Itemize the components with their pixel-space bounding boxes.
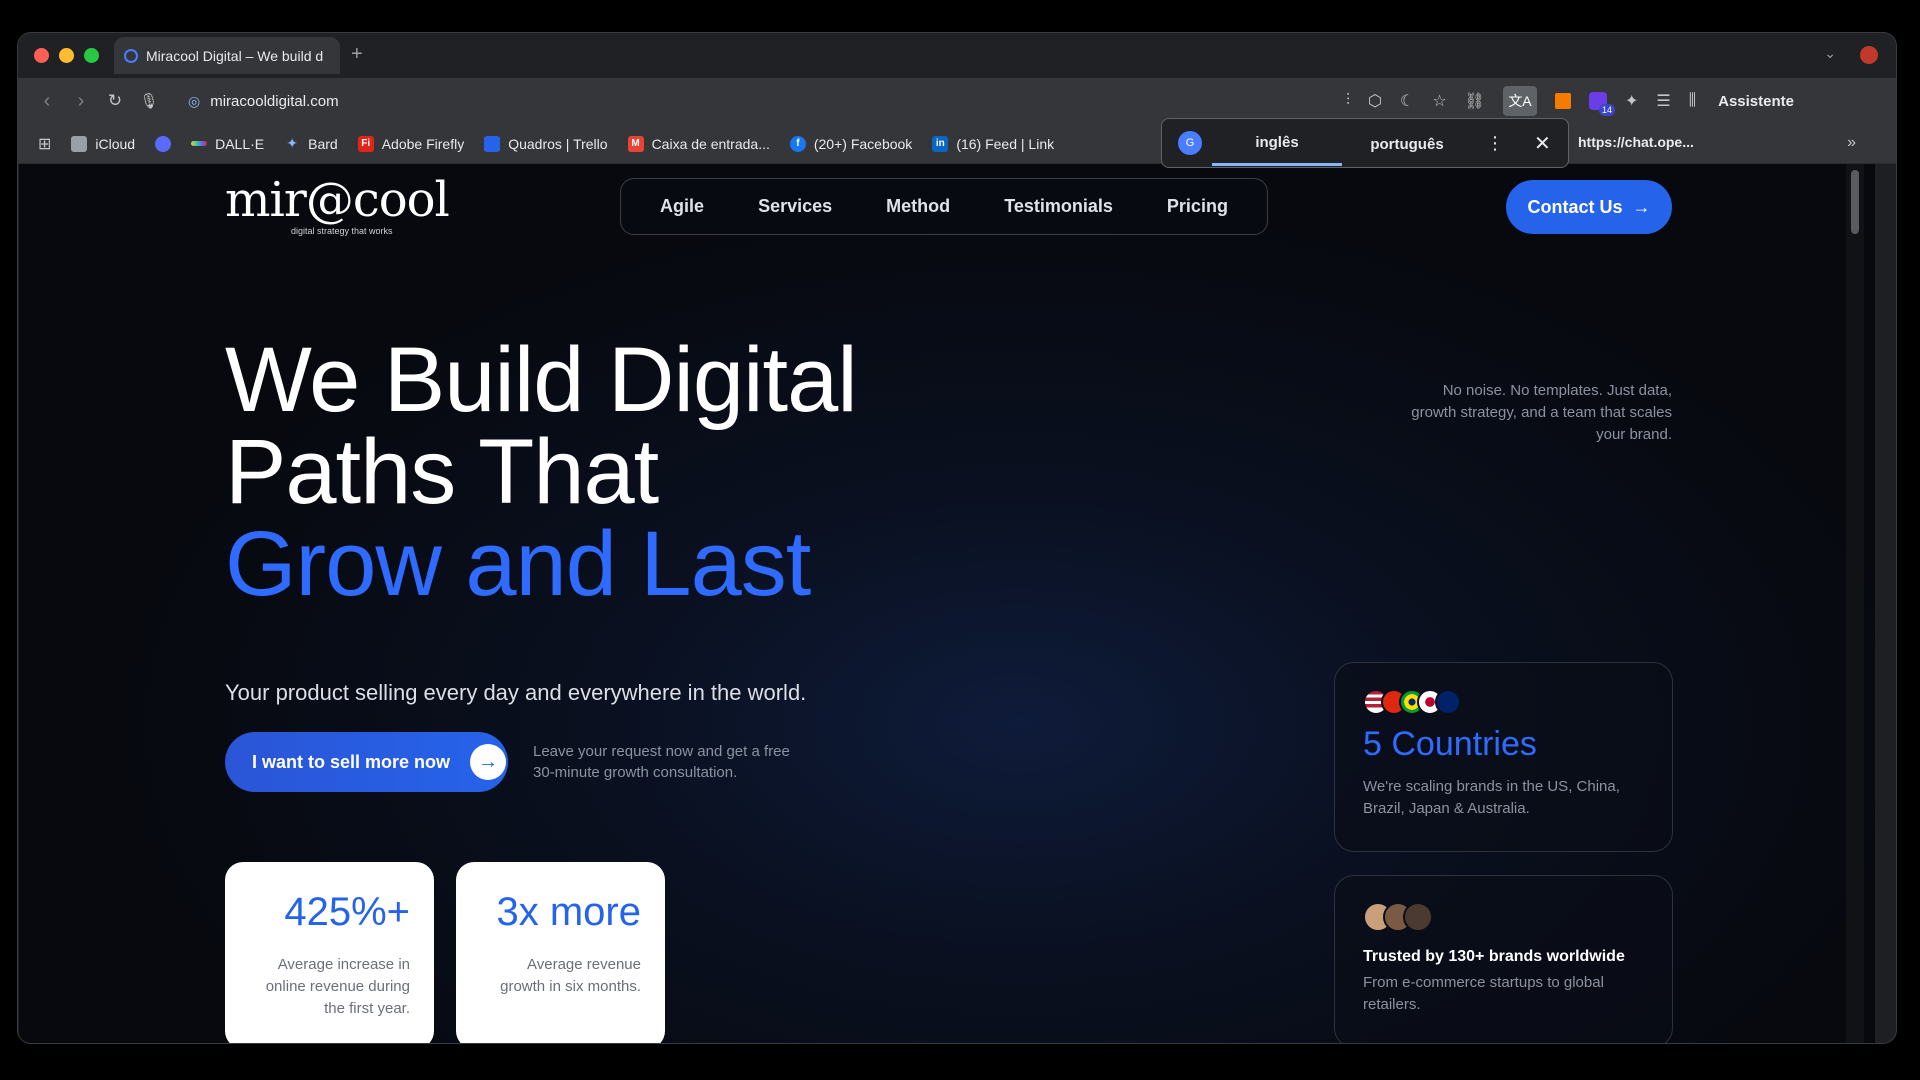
contact-us-label: Contact Us — [1527, 196, 1623, 217]
stat-description: Average increase in online revenue durin… — [265, 956, 410, 1017]
trusted-title: Trusted by 130+ brands worldwide — [1363, 948, 1625, 965]
tab-title: Miracool Digital – We build d — [146, 47, 324, 64]
linkedin-icon: in — [932, 135, 949, 152]
tab-bar: Miracool Digital – We build d + ⌄ — [18, 33, 1896, 78]
stat-value: 3x more — [496, 890, 642, 934]
sell-more-label: I want to sell more now — [252, 751, 451, 772]
scrollbar-thumb[interactable] — [1851, 170, 1859, 234]
stat-card: 3x more Average revenue growth in six mo… — [456, 862, 665, 1043]
countries-title: 5 Countries — [1363, 725, 1537, 763]
browser-toolbar: ‹ › ↻ 🎙 ◎ miracooldigital.com ⫶ ⬡ ☾ ☆ ⛓ … — [18, 78, 1896, 124]
stat-description: Average revenue growth in six months. — [500, 956, 641, 995]
address-bar[interactable]: ◎ miracooldigital.com — [176, 83, 1346, 119]
microphone-icon[interactable]: 🎙 — [132, 92, 166, 110]
url-text: miracooldigital.com — [210, 92, 339, 110]
bookmark-item[interactable]: Fi Adobe Firefly — [357, 135, 464, 152]
assistant-button[interactable]: Assistente — [1718, 93, 1794, 110]
stat-value: 425%+ — [284, 890, 410, 934]
nav-agile[interactable]: Agile — [660, 196, 704, 217]
hero-line-1: We Build Digital — [225, 329, 858, 431]
audio-wave-icon[interactable]: ⫼ — [1689, 92, 1696, 110]
hero-aside-text: No noise. No templates. Just data, growt… — [1411, 382, 1672, 443]
translate-icon[interactable]: 文A — [1502, 86, 1537, 116]
cta-note: Leave your request now and get a free 30… — [533, 743, 790, 781]
bookmark-item[interactable]: in (16) Feed | Link — [932, 135, 1054, 152]
bookmark-item[interactable] — [155, 135, 172, 152]
sliders-icon[interactable]: ⫶ — [1346, 92, 1350, 110]
hero-subtitle: Your product selling every day and every… — [225, 680, 807, 705]
puzzle-extensions-icon[interactable]: ✦ — [1625, 91, 1638, 111]
lang-tab-portuguese[interactable]: português — [1342, 122, 1472, 165]
bookmark-item[interactable]: ✦ Bard — [284, 135, 337, 152]
hero-line-2: Paths That — [225, 421, 659, 523]
minimize-window-button[interactable] — [59, 48, 74, 63]
back-arrow-icon[interactable]: ‹ — [30, 90, 64, 113]
bookmark-item[interactable]: f (20+) Facebook — [789, 135, 912, 152]
browser-tab[interactable]: Miracool Digital – We build d — [114, 37, 340, 74]
new-tab-plus-icon[interactable]: + — [351, 43, 363, 66]
reload-icon[interactable]: ↻ — [98, 91, 132, 111]
arrow-right-circle-icon: → — [470, 744, 507, 780]
nav-method[interactable]: Method — [886, 196, 950, 217]
countries-card: 5 Countries We're scaling brands in the … — [1334, 662, 1673, 852]
scrollbar-track[interactable] — [1846, 164, 1864, 1043]
lang-tab-english[interactable]: inglês — [1212, 120, 1342, 166]
trusted-card: Trusted by 130+ brands worldwide From e-… — [1334, 875, 1673, 1043]
translate-popup: G inglês português ⋮ ✕ — [1161, 118, 1569, 168]
countries-text: We're scaling brands in the US, China, B… — [1363, 778, 1620, 817]
australia-flag-icon — [1435, 689, 1461, 715]
country-flags — [1363, 689, 1644, 715]
bard-icon: ✦ — [286, 135, 298, 151]
bookmark-item[interactable]: Quadros | Trello — [484, 135, 608, 152]
nav-testimonials[interactable]: Testimonials — [1004, 196, 1113, 217]
facebook-icon: f — [789, 135, 806, 152]
main-nav: Agile Services Method Testimonials Prici… — [620, 178, 1268, 235]
site-logo[interactable]: mir@cool digital strategy that works — [225, 172, 450, 236]
dark-mode-moon-icon[interactable]: ☾ — [1400, 91, 1414, 111]
apple-icon — [71, 135, 88, 152]
openai-icon — [155, 135, 172, 152]
maximize-window-button[interactable] — [84, 48, 99, 63]
browser-window: Miracool Digital – We build d + ⌄ ‹ › ↻ … — [17, 32, 1897, 1044]
profile-avatar[interactable] — [1860, 46, 1878, 64]
shield-extension-icon[interactable]: ⬡ — [1368, 91, 1382, 111]
bookmark-item[interactable]: M Caixa de entrada... — [627, 135, 770, 152]
bookmark-item[interactable]: iCloud — [71, 135, 135, 152]
web-page: mir@cool digital strategy that works Agi… — [19, 164, 1875, 1043]
avatar — [1403, 902, 1433, 932]
more-bookmarks-chevron-icon[interactable]: » — [1847, 134, 1856, 152]
bookmark-star-icon[interactable]: ☆ — [1432, 91, 1446, 111]
logo-wordmark: mir@cool — [225, 172, 450, 228]
close-window-button[interactable] — [34, 48, 49, 63]
dalle-icon — [191, 141, 208, 146]
stat-card: 425%+ Average increase in online revenue… — [225, 862, 434, 1043]
adobe-icon: Fi — [357, 135, 374, 152]
close-icon[interactable]: ✕ — [1534, 131, 1551, 156]
extension-badge: 14 — [1598, 104, 1615, 116]
site-info-icon[interactable]: ◎ — [188, 93, 200, 110]
chat-bookmark[interactable]: https://chat.ope... — [1578, 134, 1694, 150]
google-translate-icon: G — [1178, 131, 1202, 155]
nav-pricing[interactable]: Pricing — [1167, 196, 1228, 217]
link-icon[interactable]: ⛓ — [1465, 91, 1485, 111]
apps-grid-icon[interactable]: ⊞ — [38, 134, 51, 154]
sell-more-button[interactable]: I want to sell more now → — [225, 732, 508, 792]
bookmark-item[interactable]: DALL·E — [191, 136, 264, 152]
reading-list-icon[interactable]: ☰ — [1656, 91, 1670, 111]
hero-line-3: Grow and Last — [225, 513, 811, 615]
client-avatars — [1363, 902, 1644, 932]
hero-title: We Build Digital Paths That Grow and Las… — [225, 329, 858, 615]
tab-search-chevron-icon[interactable]: ⌄ — [1824, 45, 1836, 62]
more-options-icon[interactable]: ⋮ — [1486, 133, 1504, 154]
arrow-right-icon: → — [1632, 196, 1651, 217]
site-favicon-icon — [124, 48, 138, 63]
nav-services[interactable]: Services — [758, 196, 832, 217]
gmail-icon: M — [627, 135, 644, 152]
trusted-text: From e-commerce startups to global retai… — [1363, 974, 1604, 1013]
forward-arrow-icon[interactable]: › — [64, 90, 98, 113]
trello-icon — [484, 135, 501, 152]
orange-extension-icon[interactable] — [1554, 93, 1571, 109]
purple-extension-icon[interactable]: 14 — [1588, 92, 1615, 116]
contact-us-button[interactable]: Contact Us → — [1506, 180, 1672, 234]
